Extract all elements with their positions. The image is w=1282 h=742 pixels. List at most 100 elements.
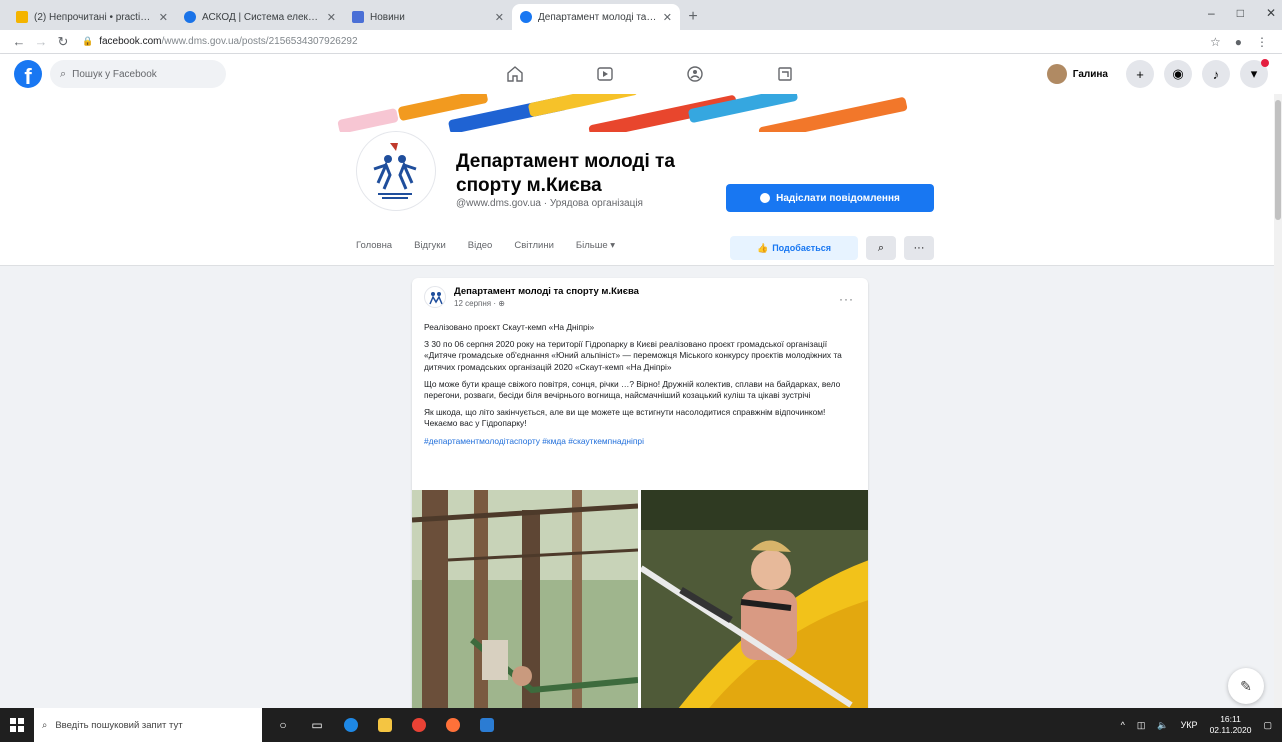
back-arrow-icon[interactable]: ← [8,34,30,49]
watch-icon[interactable] [560,54,650,94]
facebook-header: f ⌕ Пошук у Facebook Галина + ◉ ♪ ▾ [0,54,1282,94]
browser-tab-strip: (2) Непрочитані • practica_gast ✕ АСКОД … [0,0,1282,30]
language-indicator[interactable]: УКР [1181,720,1198,730]
account-icon[interactable]: ● [1235,35,1242,49]
task-view-icon[interactable]: ▭ [302,708,332,742]
tab-title: Департамент молоді та спорт [538,11,657,23]
page-title-line: Департамент молоді та [456,151,675,172]
tab-more[interactable]: Більше ▾ [576,240,615,251]
post-paragraph: З 30 по 06 серпня 2020 року на території… [424,339,842,372]
taskbar-apps: ○ ▭ [268,708,502,742]
tab-favicon-icon [184,11,196,23]
post-options-icon[interactable]: ··· [839,292,854,306]
volume-icon[interactable]: 🔈 [1157,720,1168,731]
page-more-button[interactable]: ··· [904,236,934,260]
window-controls: – □ ✕ [1208,6,1276,20]
clock[interactable]: 16:11 02.11.2020 [1210,714,1252,736]
tab-videos[interactable]: Відео [468,240,493,251]
facebook-search-input[interactable]: ⌕ Пошук у Facebook [50,60,226,88]
create-plus-icon[interactable]: + [1126,60,1154,88]
tab-title: (2) Непрочитані • practica_gast [34,11,153,23]
post-paragraph: Що може бути краще свіжого повітря, сонц… [424,378,841,401]
url-domain: facebook.com [99,36,162,47]
search-icon: ⌕ [60,67,67,80]
profile-name: Галина [1072,68,1108,80]
post-date[interactable]: 12 серпня · ⊕ [454,299,639,308]
tab-home[interactable]: Головна [356,240,392,251]
windows-taskbar: ⌕ Введіть пошуковий запит тут ○ ▭ ^ ◫ 🔈 … [0,708,1282,742]
close-tab-icon[interactable]: ✕ [495,11,504,24]
page-actions: 👍 Подобається ⌕ ··· [730,236,934,260]
forward-arrow-icon[interactable]: → [30,34,52,49]
bookmark-star-icon[interactable]: ☆ [1210,35,1221,49]
cortana-icon[interactable]: ○ [268,708,298,742]
close-window-button[interactable]: ✕ [1266,6,1276,20]
new-chat-icon[interactable]: ✎ [1228,668,1264,704]
app-icon[interactable] [472,708,502,742]
close-tab-icon[interactable]: ✕ [327,11,336,24]
network-icon[interactable]: ◫ [1137,720,1146,731]
page-logo[interactable] [357,132,435,210]
maximize-button[interactable]: □ [1237,6,1244,20]
lock-icon: 🔒 [82,36,94,46]
tab-reviews[interactable]: Відгуки [414,240,446,251]
tab-photos[interactable]: Світлини [514,240,554,251]
page-title: Департамент молоді та спорту м.Києва [456,150,736,198]
file-explorer-icon[interactable] [370,708,400,742]
send-message-button[interactable]: Надіслати повідомлення [726,184,934,212]
close-tab-icon[interactable]: ✕ [663,11,672,24]
scrollbar-thumb[interactable] [1275,100,1281,220]
tab-favicon-icon [16,11,28,23]
post-author[interactable]: Департамент молоді та спорту м.Києва [454,286,639,297]
profile-link[interactable]: Галина [1046,64,1116,84]
home-icon[interactable] [470,54,560,94]
post-hashtags[interactable]: #департаментмолодітаспорту #кмда #скаутк… [424,436,858,447]
post-author-avatar[interactable] [424,286,446,308]
tab-title: АСКОД | Система електронного [202,11,321,23]
post-paragraph: Реалізовано проєкт Скаут-кемп «На Дніпрі… [424,322,595,332]
post-photo-forest[interactable] [412,490,639,718]
browser-tab[interactable]: (2) Непрочитані • practica_gast ✕ [8,4,176,30]
account-menu-chevron-icon[interactable]: ▾ [1240,59,1269,88]
post-photos [412,490,868,718]
messenger-icon[interactable]: ◉ [1164,60,1192,88]
search-icon: ⌕ [42,719,48,731]
browser-menu-icon[interactable]: ⋮ [1256,35,1268,49]
page-subtitle: @www.dms.gov.ua · Урядова організація [456,198,643,209]
reload-icon[interactable]: ↻ [52,34,74,50]
windows-start-icon[interactable] [0,708,34,742]
clock-date: 02.11.2020 [1209,725,1252,735]
clock-time: 16:11 [1220,714,1241,724]
screen: (2) Непрочитані • practica_gast ✕ АСКОД … [0,0,1282,742]
page-scrollbar[interactable] [1274,94,1282,708]
system-tray: ^ ◫ 🔈 УКР 16:11 02.11.2020 ▢ [1121,708,1272,742]
minimize-button[interactable]: – [1208,6,1215,20]
browser-tab[interactable]: АСКОД | Система електронного ✕ [176,4,344,30]
edge-icon[interactable] [336,708,366,742]
gaming-icon[interactable] [740,54,830,94]
url-field[interactable]: 🔒 facebook.com /www.dms.gov.ua/posts/215… [82,32,1210,52]
like-label: Подобається [772,243,831,253]
facebook-main-nav [470,54,830,94]
send-message-label: Надіслати повідомлення [776,192,900,204]
taskbar-search-placeholder: Введіть пошуковий запит тут [55,719,183,731]
facebook-logo-icon[interactable]: f [14,60,42,88]
chrome-icon[interactable] [404,708,434,742]
post-header: Департамент молоді та спорту м.Києва 12 … [424,286,639,308]
close-tab-icon[interactable]: ✕ [159,11,168,24]
new-tab-button[interactable]: + [680,4,706,30]
tray-chevron-icon[interactable]: ^ [1121,720,1125,730]
page-tabs: Головна Відгуки Відео Світлини Більше ▾ [356,240,615,251]
browser-tab-active[interactable]: Департамент молоді та спорт ✕ [512,4,680,30]
post-photo-kayak[interactable] [641,490,868,718]
notifications-icon[interactable]: ▢ [1263,720,1272,731]
browser-tab[interactable]: Новини ✕ [344,4,512,30]
firefox-icon[interactable] [438,708,468,742]
notifications-bell-icon[interactable]: ♪ [1202,60,1230,88]
like-page-button[interactable]: 👍 Подобається [730,236,858,260]
address-bar-actions: ☆ ● ⋮ [1210,35,1268,49]
post-paragraph: Як шкода, що літо закінчується, але ви щ… [424,407,826,429]
groups-icon[interactable] [650,54,740,94]
taskbar-search-input[interactable]: ⌕ Введіть пошуковий запит тут [34,708,262,742]
page-search-icon[interactable]: ⌕ [866,236,896,260]
